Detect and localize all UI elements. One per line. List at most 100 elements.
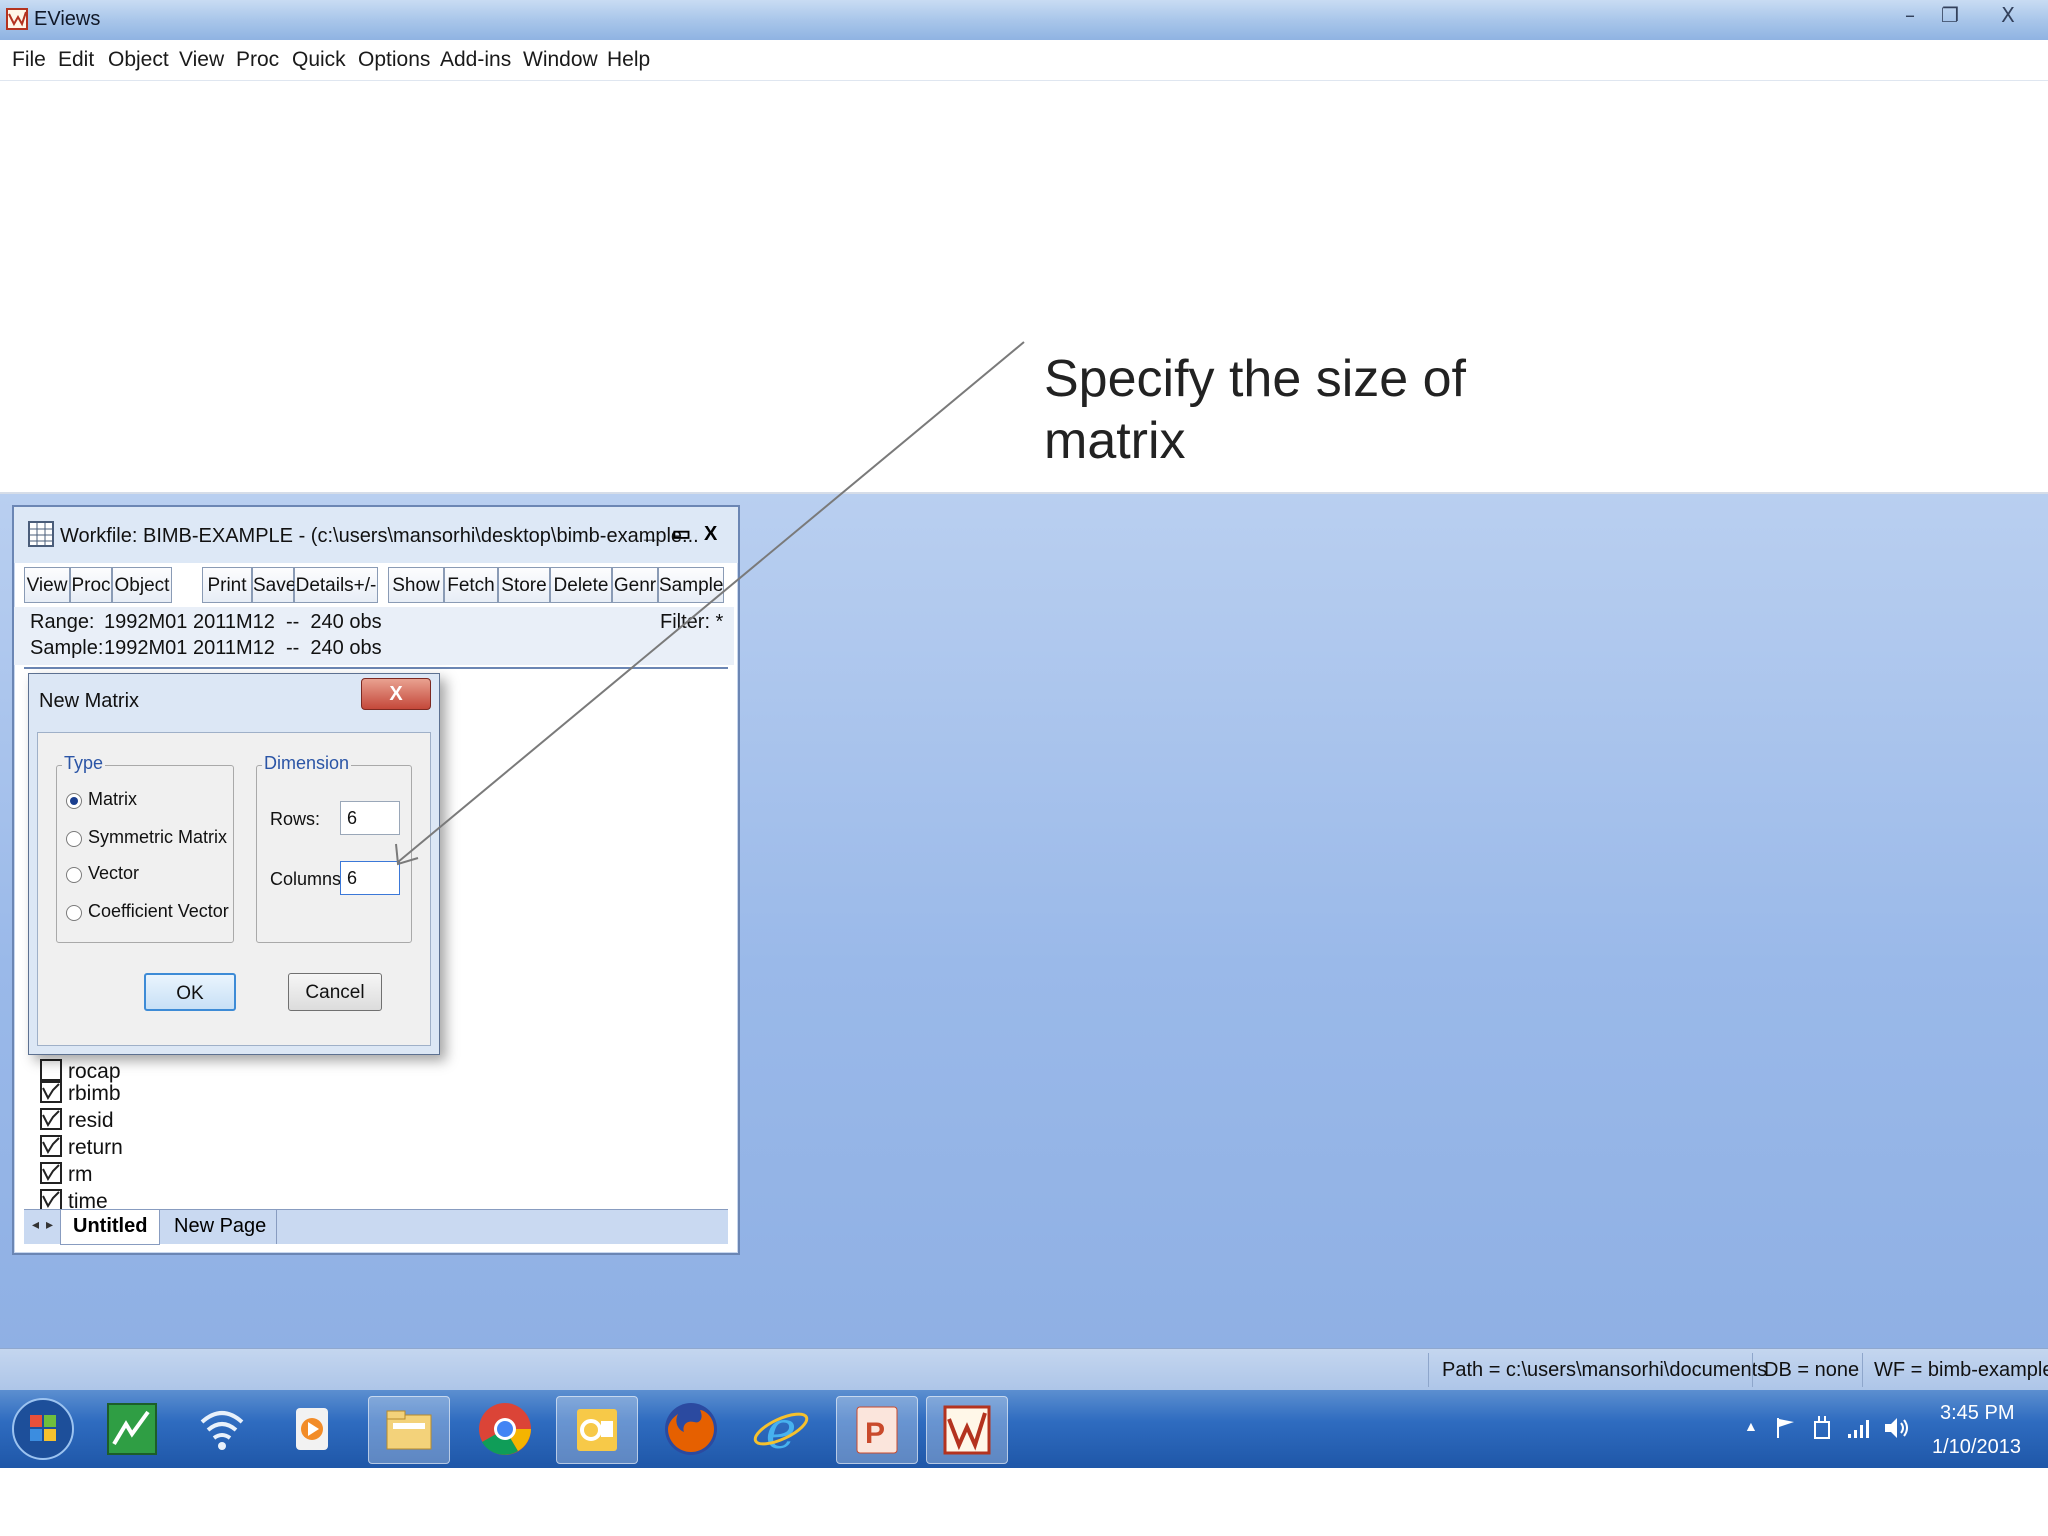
series-check-icon [40, 1135, 62, 1157]
rows-label: Rows: [270, 809, 321, 829]
tab-untitled[interactable]: Untitled [60, 1210, 161, 1245]
workfile-title: Workfile: BIMB-EXAMPLE - (c:\users\manso… [60, 525, 699, 547]
series-check-icon [40, 1108, 62, 1130]
tab-scroll-left-icon[interactable]: ◂ [32, 1216, 39, 1233]
action-center-flag-icon[interactable] [1774, 1416, 1798, 1440]
menu-proc[interactable]: Proc [236, 48, 279, 72]
menu-add-ins[interactable]: Add-ins [440, 48, 511, 72]
list-item[interactable]: rbimb [40, 1081, 121, 1106]
toolbar-delete-button[interactable]: Delete [550, 567, 612, 603]
menu-object[interactable]: Object [108, 48, 169, 72]
toolbar-save-button[interactable]: Save [252, 567, 296, 603]
cancel-button[interactable]: Cancel [288, 973, 382, 1011]
power-plug-icon[interactable] [1810, 1414, 1834, 1442]
menu-quick[interactable]: Quick [292, 48, 346, 72]
menu-view[interactable]: View [179, 48, 224, 72]
windows-taskbar: e P ▲ [0, 1390, 2048, 1468]
workfile-maximize-button[interactable]: ▭ [672, 521, 691, 546]
workfile-grid-icon [28, 521, 54, 547]
workfile-range-info: Range: 1992M01 2011M12 -- 240 obs Sample… [14, 607, 734, 665]
outlook-icon [577, 1409, 617, 1451]
columns-label: Columns: [270, 869, 347, 889]
columns-input[interactable]: 6 [340, 861, 400, 895]
menu-file[interactable]: File [12, 48, 46, 72]
sample-label: Sample: [30, 637, 104, 659]
svg-text:P: P [865, 1417, 885, 1450]
chrome-icon[interactable] [474, 1398, 536, 1460]
dialog-title: New Matrix [39, 690, 140, 712]
menu-edit[interactable]: Edit [58, 48, 94, 72]
status-separator [1862, 1353, 1863, 1387]
close-button[interactable]: X [1990, 2, 2026, 28]
range-value: 1992M01 2011M12 -- 240 obs [104, 611, 382, 633]
tray-expand-icon[interactable]: ▲ [1744, 1418, 1758, 1434]
minimize-button[interactable]: – [1892, 2, 1928, 28]
toolbar-details-button[interactable]: Details+/- [294, 567, 378, 603]
toolbar-store-button[interactable]: Store [498, 567, 550, 603]
menu-help[interactable]: Help [607, 48, 650, 72]
menu-window[interactable]: Window [523, 48, 598, 72]
screen-bottom-margin [0, 1468, 2048, 1536]
eviews-green-icon[interactable] [102, 1400, 162, 1458]
eviews-icon [943, 1405, 991, 1455]
annotation-line-2: matrix [1044, 412, 1186, 470]
eviews-app-icon [6, 8, 28, 30]
file-explorer-taskbar-button[interactable] [368, 1396, 450, 1464]
toolbar-fetch-button[interactable]: Fetch [444, 567, 498, 603]
radio-unselected-icon [66, 905, 82, 921]
tab-new-page[interactable]: New Page [164, 1210, 278, 1244]
status-separator [1752, 1353, 1753, 1387]
radio-unselected-icon [66, 867, 82, 883]
workfile-close-button[interactable]: X [704, 523, 717, 546]
new-matrix-dialog: New Matrix X Type Matrix Symmetric Matri… [28, 673, 440, 1055]
start-orb-icon[interactable] [8, 1394, 78, 1464]
media-player-icon[interactable] [282, 1400, 342, 1458]
restore-button[interactable]: ❐ [1932, 2, 1968, 28]
file-explorer-icon [386, 1410, 432, 1450]
volume-icon[interactable] [1882, 1414, 1910, 1442]
type-group-label: Type [62, 753, 106, 774]
toolbar-print-button[interactable]: Print [202, 567, 252, 603]
menu-options[interactable]: Options [358, 48, 430, 72]
dialog-close-button[interactable]: X [361, 678, 431, 710]
radio-selected-icon [66, 793, 82, 809]
clock-time[interactable]: 3:45 PM [1940, 1402, 2014, 1425]
rows-input[interactable]: 6 [340, 801, 400, 835]
ok-button[interactable]: OK [144, 973, 236, 1011]
powerpoint-taskbar-button[interactable]: P [836, 1396, 918, 1464]
series-check-icon [40, 1081, 62, 1103]
wifi-icon[interactable] [192, 1400, 252, 1458]
toolbar-proc-button[interactable]: Proc [70, 567, 112, 603]
list-item[interactable]: rm [40, 1162, 93, 1187]
toolbar-sample-button[interactable]: Sample [658, 567, 724, 603]
toolbar-genr-button[interactable]: Genr [612, 567, 658, 603]
toolbar-object-button[interactable]: Object [112, 567, 172, 603]
status-bar: Path = c:\users\mansorhi\documents DB = … [0, 1348, 2048, 1391]
range-label: Range: [30, 611, 95, 633]
toolbar-view-button[interactable]: View [24, 567, 70, 603]
list-item[interactable]: return [40, 1135, 123, 1160]
eviews-taskbar-button[interactable] [926, 1396, 1008, 1464]
clock-date[interactable]: 1/10/2013 [1932, 1436, 2021, 1459]
dialog-body: Type Matrix Symmetric Matrix Vector Coef… [37, 732, 431, 1046]
internet-explorer-icon[interactable]: e [750, 1398, 812, 1460]
workfile-minimize-button[interactable]: _ [644, 521, 655, 544]
tab-scroll-right-icon[interactable]: ▸ [46, 1216, 53, 1233]
app-titlebar: EViews – ❐ X [0, 0, 2048, 41]
toolbar-show-button[interactable]: Show [388, 567, 444, 603]
dimension-group-label: Dimension [262, 753, 352, 774]
filter-label[interactable]: Filter: * [660, 611, 723, 634]
sample-value: 1992M01 2011M12 -- 240 obs [104, 637, 382, 659]
list-item[interactable]: resid [40, 1108, 114, 1133]
svg-text:e: e [766, 1401, 797, 1460]
annotation-callout-text: Specify the size of matrix [1044, 348, 1744, 472]
firefox-icon[interactable] [660, 1398, 722, 1460]
workfile-page-tabs: ◂ ▸ Untitled New Page [24, 1209, 728, 1245]
series-check-icon [40, 1189, 62, 1211]
radio-unselected-icon [66, 831, 82, 847]
outlook-taskbar-button[interactable] [556, 1396, 638, 1464]
series-check-icon [40, 1059, 62, 1081]
dimension-group [256, 765, 412, 943]
status-wf: WF = bimb-example [1874, 1359, 2048, 1381]
network-signal-icon[interactable] [1846, 1416, 1872, 1440]
